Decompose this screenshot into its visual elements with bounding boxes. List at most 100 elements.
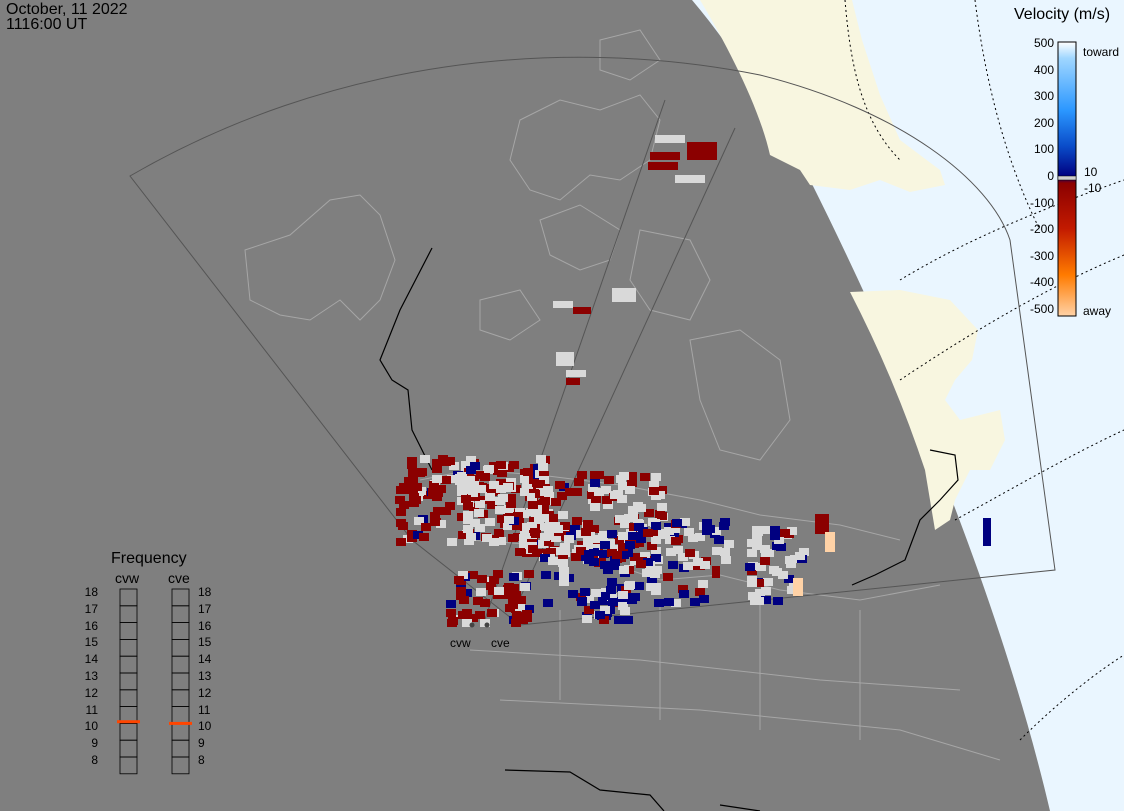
scatter-cell: [633, 502, 643, 510]
scatter-cell: [409, 499, 419, 507]
scatter-cell: [438, 455, 448, 463]
scatter-cell: [651, 522, 661, 530]
frequency-level-label: 11: [85, 702, 98, 717]
scatter-cell: [660, 531, 670, 539]
scatter-cell: [747, 579, 757, 587]
scatter-cell: [494, 587, 504, 595]
frequency-level-label: 14: [198, 652, 212, 667]
scatter-cell: [590, 601, 600, 609]
scatter-cell: [407, 461, 417, 469]
scatter-cell: [714, 536, 724, 544]
scatter-cell: [760, 557, 770, 565]
scatter-cell: [612, 288, 636, 302]
scatter-cell: [412, 483, 422, 491]
colorbar-tick-label: -400: [1029, 275, 1054, 290]
scatter-cell: [786, 560, 796, 568]
scatter-cell: [655, 135, 685, 143]
scatter-cell: [484, 465, 494, 473]
scatter-cell: [395, 496, 405, 504]
scatter-cell: [705, 525, 715, 533]
scatter-cell: [547, 525, 557, 533]
scatter-cell: [595, 611, 605, 619]
scatter-cell: [536, 455, 546, 463]
scatter-cell: [690, 598, 700, 606]
scatter-cell: [446, 600, 456, 608]
scatter-cell: [651, 473, 661, 481]
scatter-cell: [565, 488, 575, 496]
scatter-cell: [447, 538, 457, 546]
scatter-cell: [582, 615, 592, 623]
frequency-level-label: 18: [198, 585, 212, 599]
scatter-cell: [515, 548, 525, 556]
scatter-cell: [526, 508, 536, 516]
scatter-cell: [558, 559, 568, 567]
scatter-cell: [448, 617, 458, 625]
scatter-cell: [558, 511, 568, 519]
scatter-cell: [583, 520, 593, 528]
scatter-cell: [577, 471, 587, 479]
scatter-cell: [489, 576, 499, 584]
scatter-cell: [433, 507, 443, 515]
scatter-cell: [699, 595, 709, 603]
scatter-cell: [524, 570, 534, 578]
scatter-cell: [572, 517, 582, 525]
scatter-cell: [489, 481, 499, 489]
scatter-cell: [650, 152, 680, 160]
scatter-cell: [459, 596, 469, 604]
scatter-cell: [455, 477, 465, 485]
colorbar-minus10-label: -10: [1084, 181, 1102, 195]
scatter-cell: [613, 490, 623, 498]
scatter-cell: [487, 609, 497, 617]
colorbar-zero-band: [1057, 175, 1077, 181]
scatter-cell: [396, 508, 406, 516]
frequency-level-label: 17: [84, 601, 98, 616]
scatter-cell: [485, 493, 495, 501]
colorbar-title: Velocity (m/s): [1014, 6, 1111, 23]
scatter-cell: [498, 494, 508, 502]
scatter-cell: [396, 538, 406, 546]
scatter-cell: [700, 561, 710, 569]
frequency-level-label: 9: [91, 736, 98, 751]
scatter-cell: [520, 531, 530, 539]
radar-site-cve: [484, 622, 490, 628]
scatter-cell: [523, 468, 533, 476]
frequency-level-label: 9: [198, 736, 205, 751]
scatter-cell: [458, 611, 468, 619]
scatter-cell: [763, 578, 773, 586]
frequency-level-label: 12: [84, 685, 98, 700]
frequency-level-label: 13: [198, 669, 212, 683]
colorbar-tick-label: 500: [1033, 36, 1054, 50]
scatter-cell: [555, 481, 565, 489]
scatter-cell: [598, 533, 608, 541]
scatter-cell: [983, 518, 991, 546]
frequency-level-label: 16: [84, 618, 98, 633]
scatter-cell: [684, 528, 694, 536]
colorbar-tick-label: 400: [1033, 62, 1054, 77]
scatter-cell: [612, 551, 622, 559]
scatter-cell: [577, 598, 587, 606]
scatter-cell: [543, 599, 553, 607]
frequency-level-label: 13: [84, 669, 98, 683]
frequency-col-cve: cve: [168, 570, 190, 586]
scatter-cell: [679, 590, 689, 598]
colorbar-tick-label: 200: [1033, 115, 1054, 130]
map-svg: [0, 0, 1124, 811]
scatter-cell: [573, 307, 591, 314]
scatter-cell: [551, 498, 561, 506]
scatter-cell: [475, 500, 485, 508]
scatter-cell: [556, 352, 574, 366]
frequency-marker: [117, 720, 140, 724]
scatter-cell: [581, 528, 591, 536]
scatter-cell: [640, 473, 650, 481]
scatter-cell: [604, 476, 614, 484]
frequency-level-label: 16: [198, 618, 212, 633]
scatter-cell: [558, 548, 568, 556]
frequency-level-label: 14: [84, 652, 98, 667]
scatter-cell: [606, 586, 616, 594]
scatter-cell: [657, 512, 667, 520]
scatter-cell: [509, 461, 519, 469]
scatter-cell: [463, 525, 473, 533]
scatter-cell: [652, 566, 662, 574]
scatter-cell: [673, 546, 683, 554]
frequency-marker: [169, 721, 192, 725]
